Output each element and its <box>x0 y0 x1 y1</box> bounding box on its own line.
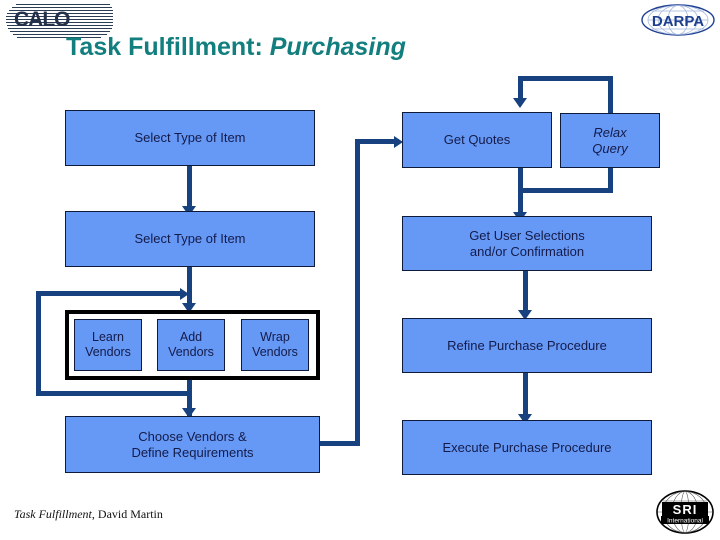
connector-select1-to-select2 <box>187 166 192 210</box>
darpa-logo-graphic: DARPA <box>641 4 715 36</box>
node-label: Refine Purchase Procedure <box>447 337 607 353</box>
node-label-line2: Query <box>592 140 628 156</box>
node-label-line1: Wrap <box>260 329 290 344</box>
node-wrap-vendors[interactable]: Wrap Vendors <box>241 319 309 371</box>
connector-feedback-bottom <box>36 391 191 396</box>
node-refine-purchase-procedure[interactable]: Refine Purchase Procedure <box>402 318 652 373</box>
svg-text:International: International <box>667 518 703 525</box>
page-title: Task Fulfillment: Purchasing <box>66 33 406 62</box>
node-label: Choose Vendors & Define Requirements <box>131 429 253 461</box>
connector-choose-to-quotes-h1 <box>319 441 360 446</box>
connector-refine-to-execute <box>523 373 528 419</box>
connector-feedback-vertical <box>36 291 41 395</box>
node-get-quotes[interactable]: Get Quotes <box>402 112 552 168</box>
svg-text:SRI: SRI <box>673 502 698 517</box>
node-label: Get Quotes <box>443 132 511 148</box>
node-label-line2: Vendors <box>85 345 131 359</box>
node-label: Select Type of Item <box>134 130 246 146</box>
node-label: Learn Vendors <box>85 330 131 361</box>
node-label: Select Type of Item <box>134 231 246 247</box>
node-label-line2: Vendors <box>168 345 214 359</box>
node-label: Execute Purchase Procedure <box>442 439 612 455</box>
slide-canvas: CALO DARPA Task Fulfillment: Purchasing <box>0 0 720 540</box>
node-select-type-of-item-2[interactable]: Select Type of Item <box>65 211 315 267</box>
connector-feedback-top <box>36 291 184 296</box>
footer-author: , David Martin <box>91 507 163 521</box>
node-label: Add Vendors <box>168 330 214 361</box>
node-label-line1: Choose Vendors & <box>138 428 247 444</box>
node-label-line1: Add <box>179 329 203 344</box>
node-label: Get User Selections and/or Confirmation <box>469 228 585 260</box>
node-label-line2: Define Requirements <box>131 444 254 460</box>
sri-logo-graphic: SRI International <box>656 490 714 534</box>
footer-title: Task Fulfillment <box>14 507 92 521</box>
node-execute-purchase-procedure[interactable]: Execute Purchase Procedure <box>402 420 652 475</box>
node-label: Relax Query <box>592 125 627 157</box>
node-label-line1: Get User Selections <box>469 227 585 243</box>
page-title-main: Task Fulfillment: <box>66 33 263 61</box>
connector-selections-to-refine <box>523 271 528 315</box>
footer-attribution: Task Fulfillment, David Martin <box>14 507 163 522</box>
connector-relax-bottom-h <box>518 188 613 193</box>
arrowhead-feedback-in <box>180 288 189 300</box>
node-get-user-selections[interactable]: Get User Selections and/or Confirmation <box>402 216 652 271</box>
node-label-line1: Learn <box>92 329 124 344</box>
node-choose-vendors-define-requirements[interactable]: Choose Vendors & Define Requirements <box>65 416 320 473</box>
sri-logo: SRI International <box>655 489 715 535</box>
svg-text:DARPA: DARPA <box>652 13 704 30</box>
node-label: Wrap Vendors <box>252 330 298 361</box>
connector-relax-across <box>518 76 613 81</box>
node-label-line2: Vendors <box>252 345 298 359</box>
node-relax-query[interactable]: Relax Query <box>560 113 660 168</box>
node-label-line2: and/or Confirmation <box>469 243 585 259</box>
node-add-vendors[interactable]: Add Vendors <box>157 319 225 371</box>
calo-logo-text: CALO <box>14 8 70 31</box>
page-title-emphasis: Purchasing <box>269 33 406 61</box>
connector-choose-to-quotes-h2 <box>355 139 399 144</box>
node-label-line1: Relax <box>593 124 627 140</box>
node-learn-vendors[interactable]: Learn Vendors <box>74 319 142 371</box>
node-select-type-of-item-1[interactable]: Select Type of Item <box>65 110 315 166</box>
connector-quotes-to-selections <box>518 168 523 218</box>
arrowhead-quotes-loop-in <box>513 98 527 108</box>
connector-choose-to-quotes-v <box>355 139 360 446</box>
darpa-logo: DARPA <box>640 3 716 37</box>
